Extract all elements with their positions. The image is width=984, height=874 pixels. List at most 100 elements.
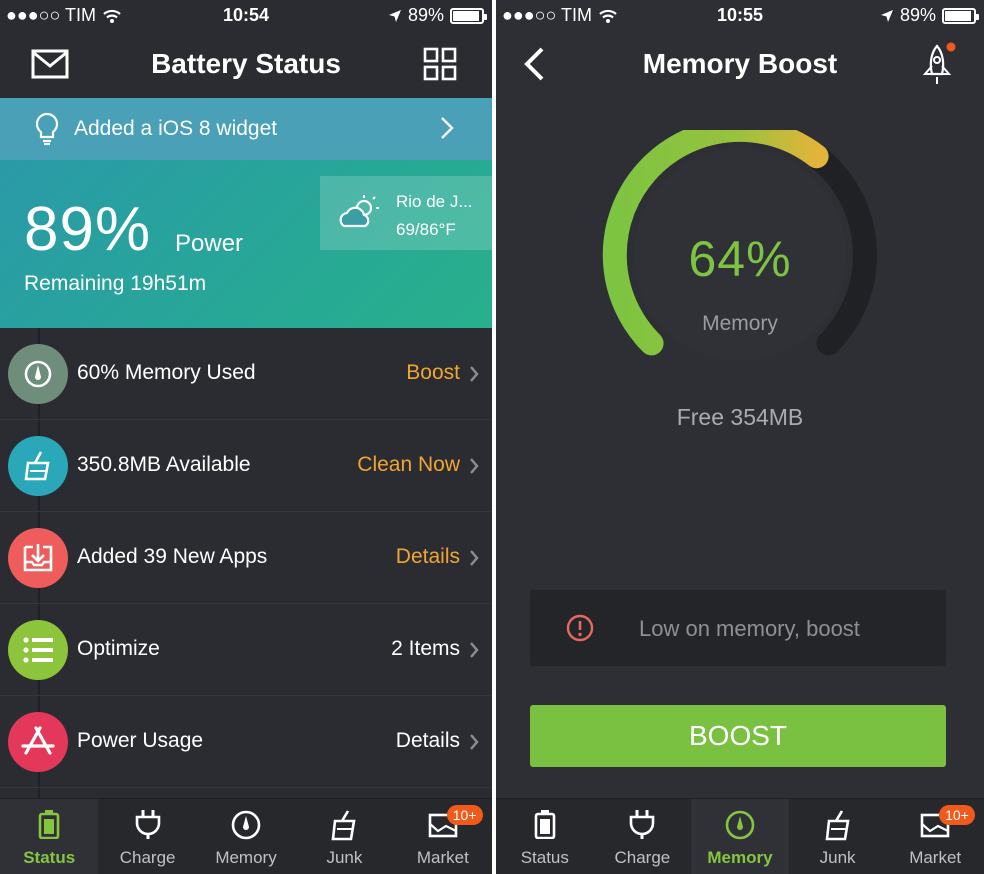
tab-charge[interactable]: Charge <box>98 799 196 874</box>
tab-label: Market <box>416 848 469 867</box>
list-icon <box>21 635 55 665</box>
chevron-right-icon <box>470 550 479 566</box>
tab-label: Market <box>909 848 962 867</box>
widget-banner-text: Added a iOS 8 widget <box>74 117 278 140</box>
status-row[interactable]: Power Usage Details <box>0 696 492 788</box>
notification-badge: 10+ <box>446 805 483 825</box>
app-store-icon <box>20 725 56 759</box>
tab-junk[interactable]: Junk <box>789 799 887 874</box>
free-memory-text: Free 354MB <box>676 404 804 430</box>
battery-tab-icon <box>37 809 61 844</box>
notification-badge: 10+ <box>939 805 975 825</box>
battery-icon <box>942 7 979 24</box>
gauge-tab-icon <box>724 809 756 846</box>
status-list: 60% Memory Used Boost 350.8MB Available Cle… <box>0 328 492 788</box>
tab-label: Status <box>23 848 76 867</box>
remaining-prefix: Remaining <box>24 272 125 295</box>
status-row-badge <box>8 436 68 496</box>
weather-temperature: 69/86°F <box>396 220 456 239</box>
remaining-hours-unit: h <box>153 272 166 295</box>
alert-circle-icon <box>566 614 594 642</box>
lightbulb-icon <box>35 112 59 146</box>
status-row-action[interactable]: Clean Now <box>357 453 460 477</box>
tab-bar: Status Charge Memory Junk 10+ Market <box>496 798 984 874</box>
chevron-right-icon <box>470 642 479 658</box>
rocket-icon <box>922 42 956 84</box>
grid-button[interactable] <box>422 46 462 86</box>
nav-bar: Memory Boost <box>496 32 984 98</box>
broom-tab-icon <box>329 809 359 846</box>
memory-boost-screen: ●●●○○ TIM 10:55 89% Memory Boost 64% Mem… <box>496 0 984 874</box>
battery-status-screen: ●●●○○ TIM 10:54 89% Battery Status Added… <box>0 0 492 874</box>
status-row-action[interactable]: 2 Items <box>391 637 460 661</box>
status-row-badge <box>8 528 68 588</box>
location-arrow-icon <box>388 9 401 22</box>
tab-market[interactable]: 10+ Market <box>394 799 492 874</box>
plug-icon <box>628 809 656 844</box>
battery-tab-icon <box>533 809 557 844</box>
power-label: Power <box>175 230 244 257</box>
nav-bar: Battery Status <box>0 32 492 98</box>
tab-market[interactable]: 10+ Market <box>886 799 984 874</box>
status-row[interactable]: Added 39 New Apps Details <box>0 512 492 604</box>
tab-label: Junk <box>326 848 363 867</box>
gauge-icon <box>23 359 53 389</box>
page-title: Memory Boost <box>642 48 838 79</box>
battery-percent: 89% <box>407 5 444 25</box>
tab-label: Status <box>520 848 569 867</box>
power-percent: 89% <box>24 195 152 264</box>
remaining-minutes-unit: m <box>188 272 207 295</box>
tab-status[interactable]: Status <box>0 799 99 874</box>
status-row-label: Added 39 New Apps <box>77 545 268 568</box>
chevron-right-icon <box>470 458 479 474</box>
tab-memory[interactable]: Memory <box>197 799 295 874</box>
status-row[interactable]: 350.8MB Available Clean Now <box>0 420 492 512</box>
tab-label: Memory <box>707 848 773 867</box>
tab-status[interactable]: Status <box>496 799 594 874</box>
status-row-label: Power Usage <box>77 729 204 752</box>
warning-text: Low on memory, boost <box>639 616 860 641</box>
remaining-time: Remaining 19h51m <box>24 272 206 296</box>
battery-indicator: 89% <box>388 5 487 26</box>
tab-junk[interactable]: Junk <box>295 799 393 874</box>
plug-icon <box>134 809 162 844</box>
status-row[interactable]: 60% Memory Used Boost <box>0 328 492 420</box>
rocket-button[interactable] <box>920 42 960 84</box>
broom-icon <box>21 449 55 483</box>
status-bar: ●●●○○ TIM 10:55 89% <box>496 0 984 32</box>
widget-banner[interactable]: Added a iOS 8 widget <box>0 98 492 160</box>
download-tray-icon <box>21 541 55 575</box>
battery-percent: 89% <box>899 5 936 25</box>
battery-icon <box>450 7 487 24</box>
tab-memory[interactable]: Memory <box>691 799 789 874</box>
tab-label: Charge <box>614 848 671 867</box>
status-row-label: Optimize <box>77 637 160 660</box>
tab-label: Charge <box>119 848 176 867</box>
chevron-right-icon <box>470 734 479 750</box>
status-row-action[interactable]: Details <box>396 729 460 753</box>
status-bar: ●●●○○ TIM 10:54 89% <box>0 0 492 32</box>
weather-widget[interactable]: Rio de J... 69/86°F <box>320 176 492 250</box>
boost-button[interactable]: BOOST <box>530 705 946 767</box>
status-row-label: 350.8MB Available <box>77 453 251 476</box>
battery-indicator: 89% <box>880 5 979 26</box>
memory-percent: 64% <box>688 231 792 287</box>
status-row-label: 60% Memory Used <box>77 361 256 384</box>
tab-label: Junk <box>819 848 856 867</box>
grid-icon <box>423 47 457 81</box>
broom-tab-icon <box>823 809 853 846</box>
tab-bar: Status Charge Memory Junk 10+ Market <box>0 798 492 874</box>
tab-charge[interactable]: Charge <box>594 799 692 874</box>
page-title: Battery Status <box>151 48 341 79</box>
status-row-action[interactable]: Boost <box>406 361 460 385</box>
tab-label: Memory <box>215 848 277 867</box>
chevron-right-icon <box>470 366 479 382</box>
location-arrow-icon <box>880 9 893 22</box>
remaining-minutes: 51 <box>165 272 189 295</box>
weather-city: Rio de J... <box>396 192 473 211</box>
low-memory-warning: Low on memory, boost <box>530 590 946 666</box>
status-row[interactable]: Optimize 2 Items <box>0 604 492 696</box>
status-row-badge <box>8 712 68 772</box>
status-row-action[interactable]: Details <box>396 545 460 569</box>
status-row-badge <box>8 344 68 404</box>
